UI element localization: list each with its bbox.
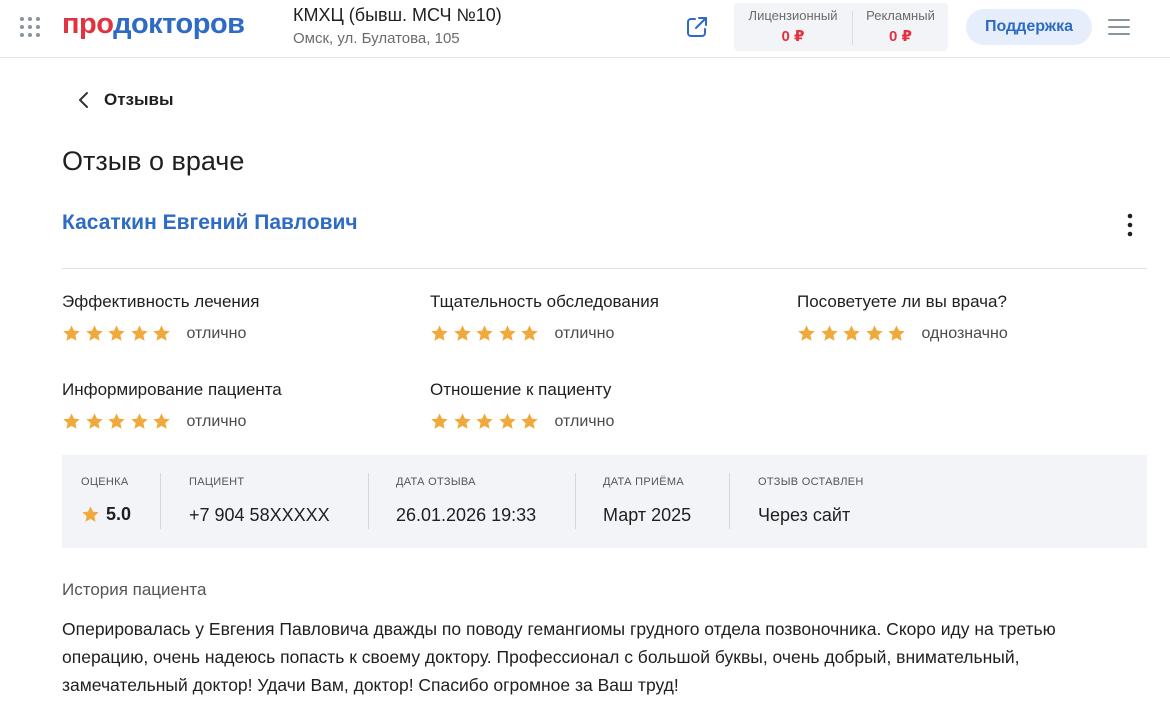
star-icon (888, 325, 905, 341)
star-icon (865, 325, 883, 341)
info-review-date: Дата отзыва 26.01.2026 19:33 (368, 455, 575, 548)
balance-license-label: Лицензионный (748, 8, 838, 23)
star-rating (62, 324, 175, 343)
info-source-value: Через сайт (758, 505, 851, 525)
info-visit-date-value: Март 2025 (603, 505, 692, 525)
star-icon (63, 325, 80, 341)
chevron-left-icon (79, 92, 88, 108)
star-rating (797, 324, 910, 343)
info-review-date-label: Дата отзыва (396, 476, 476, 488)
star-rating (430, 412, 543, 431)
top-header: продокторов КМХЦ (бывш. МСЧ №10) Омск, у… (0, 0, 1170, 58)
rating-thoroughness: Тщательность обследования отлично (430, 292, 659, 343)
logo-part-pro: про (62, 8, 114, 40)
info-patient-value: +7 904 58XXXXX (189, 505, 330, 525)
site-logo[interactable]: продокторов (62, 8, 245, 41)
hamburger-menu-icon[interactable] (1107, 16, 1131, 38)
rating-word: отлично (554, 412, 615, 430)
rating-label: Тщательность обследования (430, 292, 659, 311)
info-score-label: Оценка (81, 476, 129, 488)
info-source: Отзыв оставлен Через сайт (729, 455, 1147, 548)
star-icon (798, 325, 815, 341)
star-icon (130, 325, 148, 341)
rating-effectiveness: Эффективность лечения отлично (62, 292, 260, 343)
info-source-label: Отзыв оставлен (758, 476, 864, 488)
clinic-address: Омск, ул. Булатова, 105 (293, 30, 460, 47)
rating-label: Эффективность лечения (62, 292, 260, 311)
support-button[interactable]: Поддержка (966, 9, 1092, 45)
doctor-name-link[interactable]: Касаткин Евгений Павлович (62, 211, 358, 235)
star-icon (476, 325, 493, 341)
star-icon (82, 506, 99, 522)
more-options-icon[interactable] (1118, 212, 1142, 238)
apps-grid-icon[interactable] (18, 15, 42, 39)
info-score-value: 5.0 (81, 504, 131, 525)
rating-attitude: Отношение к пациенту отлично (430, 380, 614, 431)
star-icon (431, 413, 448, 429)
balance-license-value: 0 ₽ (781, 28, 805, 45)
page-title: Отзыв о враче (62, 146, 245, 176)
logo-part-doktorov: докторов (113, 8, 245, 40)
rating-label: Информирование пациента (62, 380, 282, 399)
balance-license: Лицензионный 0 ₽ (734, 3, 852, 51)
rating-word: однозначно (921, 324, 1008, 342)
star-icon (521, 325, 538, 341)
info-score: Оценка 5.0 (62, 455, 160, 548)
star-icon (498, 325, 516, 341)
star-icon (820, 325, 838, 341)
back-link-label: Отзывы (104, 90, 174, 109)
star-icon (843, 325, 860, 341)
external-link-icon[interactable] (684, 14, 710, 40)
star-rating (430, 324, 543, 343)
divider (575, 473, 576, 529)
info-visit-date: Дата приёма Март 2025 (575, 455, 729, 548)
rating-recommend: Посоветуете ли вы врача? однозначно (797, 292, 1008, 343)
star-icon (153, 325, 170, 341)
star-icon (63, 413, 80, 429)
star-icon (431, 325, 448, 341)
balance-ads-label: Рекламный (866, 8, 935, 23)
info-patient-label: Пациент (189, 476, 245, 488)
rating-word: отлично (186, 412, 247, 430)
score-number: 5.0 (106, 504, 132, 524)
rating-word: отлично (186, 324, 247, 342)
divider (160, 473, 161, 529)
divider (62, 268, 1147, 269)
rating-label: Отношение к пациенту (430, 380, 612, 399)
divider (368, 473, 369, 529)
info-patient: Пациент +7 904 58XXXXX (160, 455, 368, 548)
balance-ads-value: 0 ₽ (889, 28, 912, 45)
star-icon (153, 413, 170, 429)
star-icon (85, 413, 103, 429)
info-visit-date-label: Дата приёма (603, 476, 684, 488)
clinic-name: КМХЦ (бывш. МСЧ №10) (293, 5, 502, 25)
star-icon (476, 413, 493, 429)
rating-informing: Информирование пациента отлично (62, 380, 282, 431)
patient-story-text: Оперировалась у Евгения Павловича дважды… (62, 619, 1056, 695)
star-rating (62, 412, 175, 431)
review-info-panel: Оценка 5.0 Пациент +7 904 58XXXXX Дата о… (62, 455, 1147, 548)
rating-label: Посоветуете ли вы врача? (797, 292, 1007, 311)
star-icon (108, 413, 125, 429)
info-review-date-value: 26.01.2026 19:33 (396, 505, 537, 525)
star-icon (108, 325, 125, 341)
rating-word: отлично (554, 324, 615, 342)
star-icon (130, 413, 148, 429)
patient-story-title: История пациента (62, 580, 207, 599)
back-to-reviews-link[interactable]: Отзывы (76, 88, 174, 112)
star-icon (521, 413, 538, 429)
star-icon (453, 413, 471, 429)
divider (729, 473, 730, 529)
star-icon (498, 413, 516, 429)
balance-ads: Рекламный 0 ₽ (852, 8, 948, 45)
balance-panel: Лицензионный 0 ₽ Рекламный 0 ₽ (734, 3, 948, 51)
star-icon (453, 325, 471, 341)
star-icon (85, 325, 103, 341)
